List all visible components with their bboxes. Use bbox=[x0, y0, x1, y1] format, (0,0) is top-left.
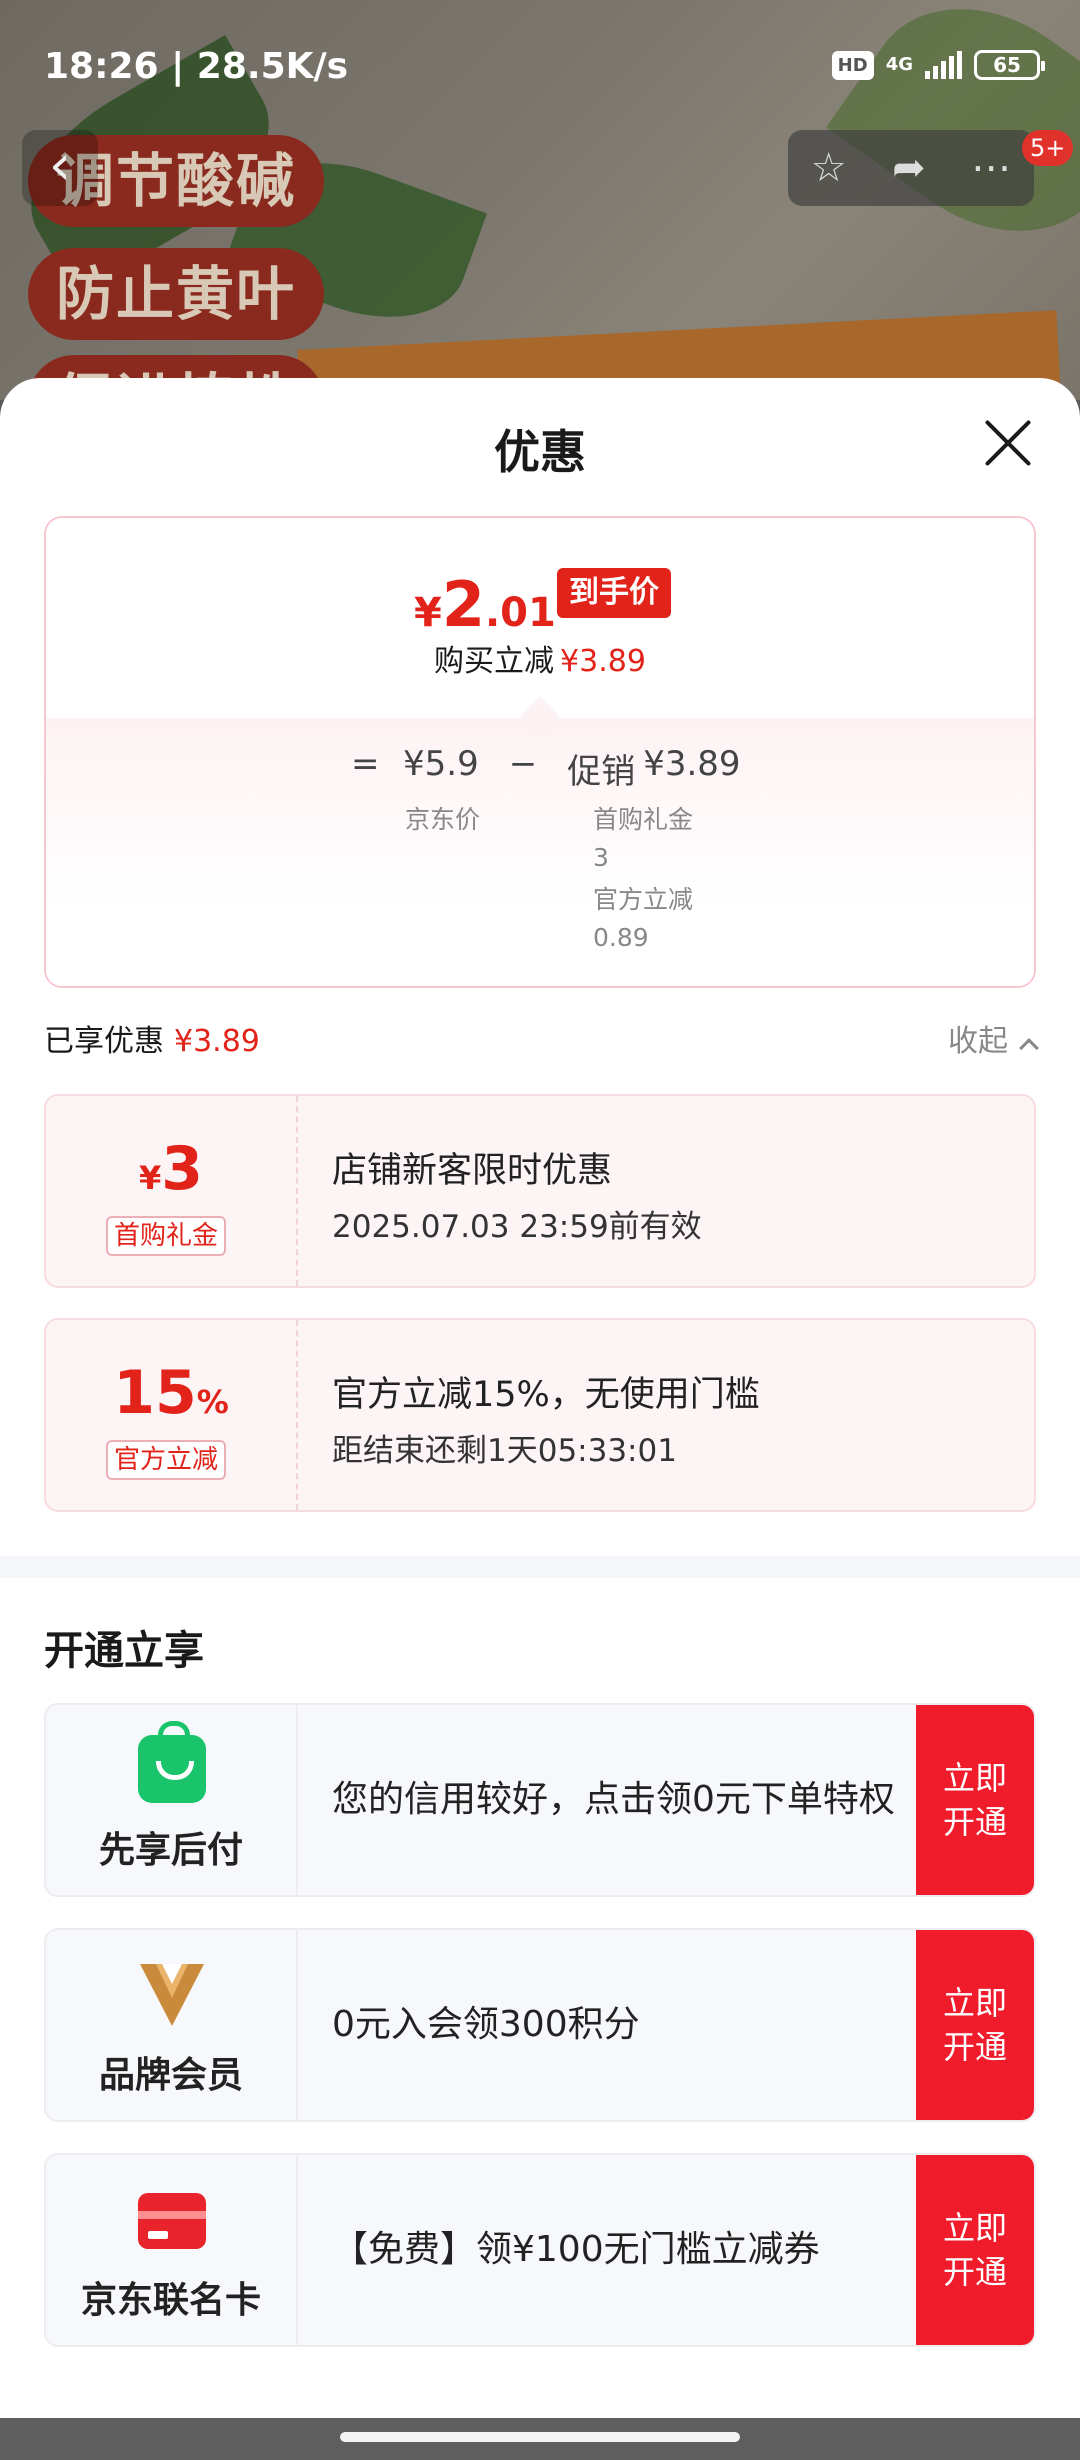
coupon-value-area: ¥3 首购礼金 bbox=[46, 1096, 298, 1286]
price-formula: = ¥5.9 − 促销 ¥3.89 bbox=[351, 744, 741, 793]
section-divider bbox=[0, 1556, 1080, 1578]
signal-icon bbox=[925, 51, 962, 79]
sheet-title: 优惠 bbox=[494, 425, 586, 479]
home-indicator[interactable] bbox=[340, 2432, 740, 2442]
activate-button[interactable]: 立即开通 bbox=[916, 2155, 1034, 2345]
close-button[interactable] bbox=[985, 420, 1031, 466]
membership-name: 京东联名卡 bbox=[80, 2280, 261, 2321]
navigation-bar bbox=[0, 2418, 1080, 2460]
collapse-toggle[interactable]: 收起 bbox=[948, 1016, 1039, 1060]
formula-promo-label: 促销 bbox=[567, 752, 636, 792]
reduction-value: ¥3.89 bbox=[560, 644, 646, 679]
purchase-reduction: 购买立减 ¥3.89 bbox=[46, 636, 1034, 680]
coupon-card[interactable]: ¥3 首购礼金 店铺新客限时优惠 2025.07.03 23:59前有效 bbox=[44, 1094, 1036, 1288]
membership-name: 先享后付 bbox=[98, 1830, 243, 1871]
activate-button[interactable]: 立即开通 bbox=[916, 1705, 1034, 1895]
membership-brand: 先享后付 bbox=[46, 1705, 298, 1895]
coupon-value: ¥3 bbox=[46, 1134, 296, 1204]
coupon-desc: 2025.07.03 23:59前有效 bbox=[332, 1209, 702, 1245]
breakdown-label: 首购礼金 bbox=[593, 805, 694, 834]
membership-section-title: 开通立享 bbox=[44, 1628, 204, 1674]
coupon-title: 官方立减15%，无使用门槛 bbox=[332, 1375, 760, 1415]
coupon-value-suffix: % bbox=[196, 1383, 229, 1421]
share-icon[interactable]: ➦ bbox=[892, 145, 926, 191]
final-price: ¥2.01 bbox=[414, 568, 556, 641]
coupon-card[interactable]: 15% 官方立减 官方立减15%，无使用门槛 距结束还剩1天05:33:01 bbox=[44, 1318, 1036, 1512]
chevron-left-icon: ‹ bbox=[48, 133, 72, 198]
coupon-title: 店铺新客限时优惠 bbox=[332, 1151, 613, 1191]
more-icon[interactable]: ⋯ bbox=[971, 145, 1011, 191]
membership-name: 品牌会员 bbox=[98, 2055, 243, 2096]
favorite-star-icon[interactable]: ☆ bbox=[811, 145, 847, 191]
coupon-tag: 官方立减 bbox=[106, 1440, 227, 1480]
final-price-decimal: .01 bbox=[484, 590, 556, 636]
status-icons: HD 4G 65 bbox=[831, 50, 1045, 80]
breakdown-value: 0.89 bbox=[593, 923, 649, 952]
coupon-value-number: 3 bbox=[161, 1134, 203, 1204]
savings-value: ¥3.89 bbox=[174, 1024, 260, 1059]
coupon-value: 15% bbox=[46, 1358, 296, 1428]
coupon-value-number: 15 bbox=[113, 1358, 197, 1428]
membership-text: 0元入会领300积分 bbox=[332, 2004, 640, 2045]
collapse-label: 收起 bbox=[948, 1024, 1008, 1059]
final-price-badge: 到手价 bbox=[557, 568, 671, 618]
final-price-integer: 2 bbox=[441, 568, 485, 641]
formula-promo-value: ¥3.89 bbox=[643, 744, 741, 784]
price-breakdown: = ¥5.9 − 促销 ¥3.89 京东价 首购礼金 3 官方立减 0.89 bbox=[46, 718, 1034, 986]
chevron-up-icon bbox=[1019, 1038, 1039, 1058]
final-price-currency: ¥ bbox=[414, 590, 442, 636]
back-button[interactable]: ‹ bbox=[22, 130, 98, 206]
membership-offer: 京东联名卡 【免费】领¥100无门槛立减券 立即开通 bbox=[44, 2153, 1036, 2347]
status-bar: 18:26 | 28.5K/s HD 4G 65 bbox=[0, 0, 1080, 130]
coupon-value-area: 15% 官方立减 bbox=[46, 1320, 298, 1510]
coupon-value-prefix: ¥ bbox=[138, 1159, 162, 1197]
coupon-info: 店铺新客限时优惠 2025.07.03 23:59前有效 bbox=[298, 1096, 1034, 1286]
shopping-bag-icon bbox=[138, 1721, 206, 1803]
price-summary-top: ¥2.01 到手价 购买立减 ¥3.89 bbox=[46, 518, 1034, 718]
coupon-desc: 距结束还剩1天05:33:01 bbox=[332, 1433, 677, 1469]
membership-brand: 京东联名卡 bbox=[46, 2155, 298, 2345]
breakdown-label: 官方立减 bbox=[593, 885, 694, 914]
formula-equals: = bbox=[351, 744, 380, 784]
membership-offer: 先享后付 您的信用较好，点击领0元下单特权 立即开通 bbox=[44, 1703, 1036, 1897]
membership-text: 【免费】领¥100无门槛立减券 bbox=[332, 2229, 820, 2270]
savings-label: 已享优惠 bbox=[44, 1024, 164, 1059]
coupon-info: 官方立减15%，无使用门槛 距结束还剩1天05:33:01 bbox=[298, 1320, 1034, 1510]
price-summary-card: ¥2.01 到手价 购买立减 ¥3.89 = ¥5.9 − 促销 ¥3.89 京东… bbox=[44, 516, 1036, 988]
network-type: 4G bbox=[885, 54, 913, 75]
reduction-label: 购买立减 bbox=[434, 644, 555, 679]
brand-v-icon bbox=[140, 1964, 204, 2026]
membership-brand: 品牌会员 bbox=[46, 1930, 298, 2120]
coupon-tag: 首购礼金 bbox=[106, 1216, 227, 1256]
hd-icon: HD bbox=[831, 50, 874, 80]
activate-button[interactable]: 立即开通 bbox=[916, 1930, 1034, 2120]
jd-price-label: 京东价 bbox=[405, 805, 481, 834]
top-action-bar: ☆ ➦ ⋯ bbox=[788, 130, 1034, 206]
status-time: 18:26 | 28.5K/s bbox=[44, 46, 349, 87]
membership-offer: 品牌会员 0元入会领300积分 立即开通 bbox=[44, 1928, 1036, 2122]
message-count-badge: 5+ bbox=[1022, 130, 1074, 166]
product-promo-tag: 防止黄叶 bbox=[28, 248, 325, 340]
membership-text: 您的信用较好，点击领0元下单特权 bbox=[332, 1779, 895, 1820]
breakdown-value: 3 bbox=[593, 843, 609, 872]
formula-minus: − bbox=[508, 744, 538, 784]
savings-row: 已享优惠 ¥3.89 收起 bbox=[44, 1016, 1039, 1066]
credit-card-icon bbox=[138, 2193, 206, 2249]
battery-icon: 65 bbox=[974, 50, 1045, 80]
formula-jd-price: ¥5.9 bbox=[403, 744, 479, 784]
discount-sheet: 优惠 ¥2.01 到手价 购买立减 ¥3.89 = ¥5.9 − 促销 ¥3.89… bbox=[0, 378, 1080, 2418]
